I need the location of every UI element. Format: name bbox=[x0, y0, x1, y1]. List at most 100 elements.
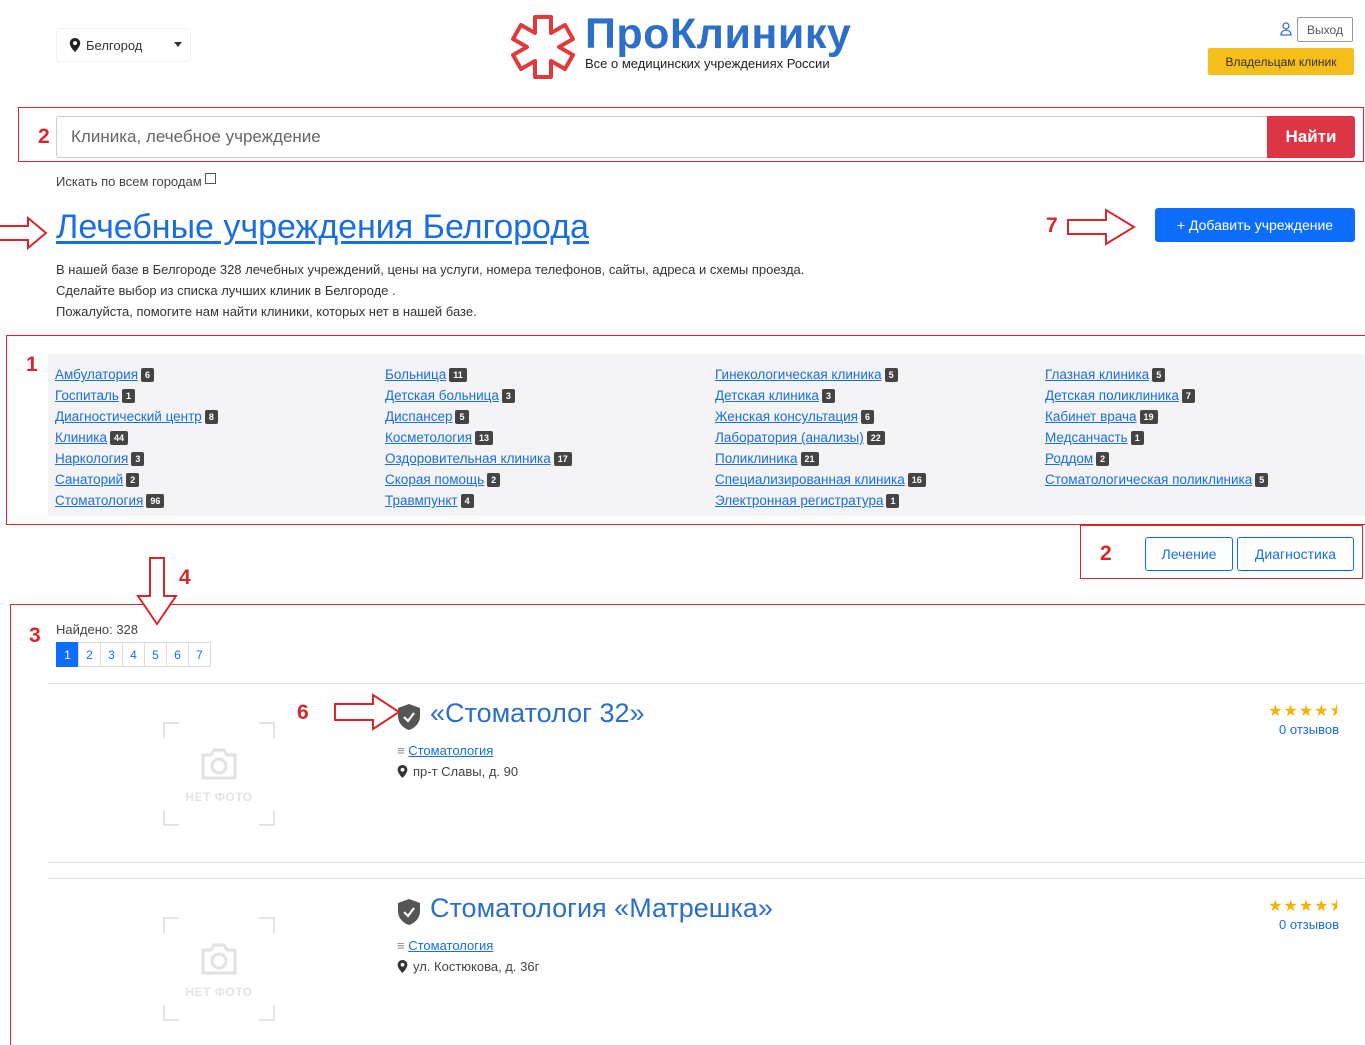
category-item[interactable]: Больница 11 bbox=[385, 364, 572, 385]
category-link[interactable]: Детская клиника bbox=[715, 388, 819, 403]
category-link[interactable]: Госпиталь bbox=[55, 388, 119, 403]
category-item[interactable]: Стоматология 96 bbox=[55, 490, 218, 511]
category-link[interactable]: Скорая помощь bbox=[385, 472, 484, 487]
category-item[interactable]: Стоматологическая поликлиника 5 bbox=[1045, 469, 1269, 490]
category-link[interactable]: Наркология bbox=[55, 451, 128, 466]
clinic-title[interactable]: Стоматология «Матрешка» bbox=[430, 893, 773, 924]
category-item[interactable]: Лаборатория (анализы) 22 bbox=[715, 427, 926, 448]
category-column: Гинекологическая клиника 5 Детская клиник… bbox=[715, 364, 926, 511]
category-link[interactable]: Специализированная клиника bbox=[715, 472, 905, 487]
category-item[interactable]: Диагностический центр 8 bbox=[55, 406, 218, 427]
user-icon[interactable] bbox=[1280, 22, 1292, 36]
filter-diagnostics-button[interactable]: Диагностика bbox=[1237, 537, 1354, 571]
category-item[interactable]: Электронная регистратура 1 bbox=[715, 490, 926, 511]
category-link[interactable]: Стоматологическая поликлиника bbox=[1045, 472, 1252, 487]
category-link[interactable]: Диагностический центр bbox=[55, 409, 202, 424]
category-item[interactable]: Диспансер 5 bbox=[385, 406, 572, 427]
category-item[interactable]: Медсанчасть 1 bbox=[1045, 427, 1268, 448]
category-item[interactable]: Гинекологическая клиника 5 bbox=[715, 364, 926, 385]
search-all-cities[interactable]: Искать по всем городам bbox=[56, 173, 216, 189]
category-link[interactable]: Роддом bbox=[1045, 451, 1093, 466]
category-count-badge: 6 bbox=[141, 367, 155, 382]
reviews-link[interactable]: 0 отзывов bbox=[1279, 917, 1339, 932]
page-link[interactable]: 7 bbox=[188, 642, 211, 667]
category-item[interactable]: Специализированная клиника 16 bbox=[715, 469, 926, 490]
category-item[interactable]: Косметология 13 bbox=[385, 427, 572, 448]
page-link[interactable]: 5 bbox=[144, 642, 167, 667]
page-link[interactable]: 3 bbox=[100, 642, 123, 667]
search-button[interactable]: Найти bbox=[1267, 116, 1355, 158]
category-link[interactable]: Лаборатория (анализы) bbox=[715, 430, 864, 445]
page-link[interactable]: 2 bbox=[78, 642, 101, 667]
category-item[interactable]: Детская клиника 3 bbox=[715, 385, 926, 406]
category-item[interactable]: Амбулатория 6 bbox=[55, 364, 218, 385]
category-item[interactable]: Детская больница 3 bbox=[385, 385, 572, 406]
category-link[interactable]: Оздоровительная клиника bbox=[385, 451, 551, 466]
category-link[interactable]: Стоматология bbox=[55, 493, 143, 508]
filter-treatment-button[interactable]: Лечение bbox=[1145, 537, 1233, 571]
category-item[interactable]: Клиника 44 bbox=[55, 427, 218, 448]
category-link[interactable]: Детская поликлиника bbox=[1045, 388, 1179, 403]
clinic-owners-button[interactable]: Владельцам клиник bbox=[1208, 48, 1354, 75]
page-title[interactable]: Лечебные учреждения Белгорода bbox=[56, 208, 589, 247]
intro-line: Сделайте выбор из списка лучших клиник в… bbox=[56, 283, 396, 298]
category-item[interactable]: Травмпункт 4 bbox=[385, 490, 572, 511]
clinic-category-link[interactable]: Стоматология bbox=[408, 938, 493, 953]
category-link[interactable]: Больница bbox=[385, 367, 446, 382]
page-link[interactable]: 4 bbox=[122, 642, 145, 667]
category-count-badge: 2 bbox=[1096, 451, 1110, 466]
category-count-badge: 11 bbox=[449, 367, 467, 382]
category-item[interactable]: Глазная клиника 5 bbox=[1045, 364, 1268, 385]
category-count-badge: 16 bbox=[907, 472, 926, 487]
category-link[interactable]: Диспансер bbox=[385, 409, 452, 424]
add-institution-button[interactable]: + Добавить учреждение bbox=[1155, 208, 1355, 242]
list-icon: ≡ bbox=[397, 938, 409, 953]
category-link[interactable]: Поликлиника bbox=[715, 451, 798, 466]
page-link[interactable]: 1 bbox=[56, 642, 79, 667]
category-item[interactable]: Детская поликлиника 7 bbox=[1045, 385, 1268, 406]
category-item[interactable]: Кабинет врача 19 bbox=[1045, 406, 1268, 427]
category-link[interactable]: Женская консультация bbox=[715, 409, 858, 424]
category-link[interactable]: Санаторий bbox=[55, 472, 123, 487]
category-item[interactable]: Женская консультация 6 bbox=[715, 406, 926, 427]
intro-text: В нашей базе в Белгороде 328 лечебных уч… bbox=[56, 259, 804, 322]
clinic-card[interactable]: НЕТ ФОТО «Стоматолог 32» ≡ Стоматология … bbox=[48, 683, 1365, 863]
category-count-badge: 22 bbox=[866, 430, 885, 445]
category-link[interactable]: Кабинет врача bbox=[1045, 409, 1137, 424]
category-link[interactable]: Косметология bbox=[385, 430, 472, 445]
category-item[interactable]: Санаторий 2 bbox=[55, 469, 218, 490]
category-column: Глазная клиника 5 Детская поликлиника 7 Ка… bbox=[1045, 364, 1269, 490]
category-link[interactable]: Клиника bbox=[55, 430, 107, 445]
category-item[interactable]: Наркология 3 bbox=[55, 448, 218, 469]
logo-tagline: Все о медицинских учреждениях России bbox=[585, 56, 830, 71]
category-link[interactable]: Электронная регистратура bbox=[715, 493, 883, 508]
logout-button[interactable]: Выход bbox=[1297, 17, 1353, 42]
category-link[interactable]: Глазная клиника bbox=[1045, 367, 1149, 382]
clinic-category-link[interactable]: Стоматология bbox=[408, 743, 493, 758]
category-item[interactable]: Оздоровительная клиника 17 bbox=[385, 448, 572, 469]
category-item[interactable]: Скорая помощь 2 bbox=[385, 469, 572, 490]
category-count-badge: 1 bbox=[1130, 430, 1144, 445]
clinic-card[interactable]: НЕТ ФОТО Стоматология «Матрешка» ≡ Стома… bbox=[48, 878, 1365, 1045]
reviews-link[interactable]: 0 отзывов bbox=[1279, 722, 1339, 737]
category-link[interactable]: Травмпункт bbox=[385, 493, 458, 508]
category-link[interactable]: Гинекологическая клиника bbox=[715, 367, 882, 382]
category-item[interactable]: Роддом 2 bbox=[1045, 448, 1268, 469]
site-logo[interactable]: ПроКлинику Все о медицинских учреждениях… bbox=[505, 10, 851, 82]
map-pin-icon bbox=[69, 38, 81, 52]
category-link[interactable]: Медсанчасть bbox=[1045, 430, 1128, 445]
category-link[interactable]: Амбулатория bbox=[55, 367, 138, 382]
clinic-address: пр-т Славы, д. 90 bbox=[397, 764, 518, 779]
list-icon: ≡ bbox=[397, 743, 409, 758]
category-count-badge: 7 bbox=[1181, 388, 1195, 403]
search-input[interactable] bbox=[56, 116, 1268, 158]
intro-line: Пожалуйста, помогите нам найти клиники, … bbox=[56, 304, 477, 319]
clinic-title[interactable]: «Стоматолог 32» bbox=[430, 698, 645, 729]
category-item[interactable]: Поликлиника 21 bbox=[715, 448, 926, 469]
search-all-cities-checkbox[interactable] bbox=[204, 173, 216, 184]
category-item[interactable]: Госпиталь 1 bbox=[55, 385, 218, 406]
page-link[interactable]: 6 bbox=[166, 642, 189, 667]
annotation-number: 4 bbox=[179, 566, 191, 589]
category-link[interactable]: Детская больница bbox=[385, 388, 499, 403]
city-select[interactable]: Белгород bbox=[56, 28, 191, 62]
